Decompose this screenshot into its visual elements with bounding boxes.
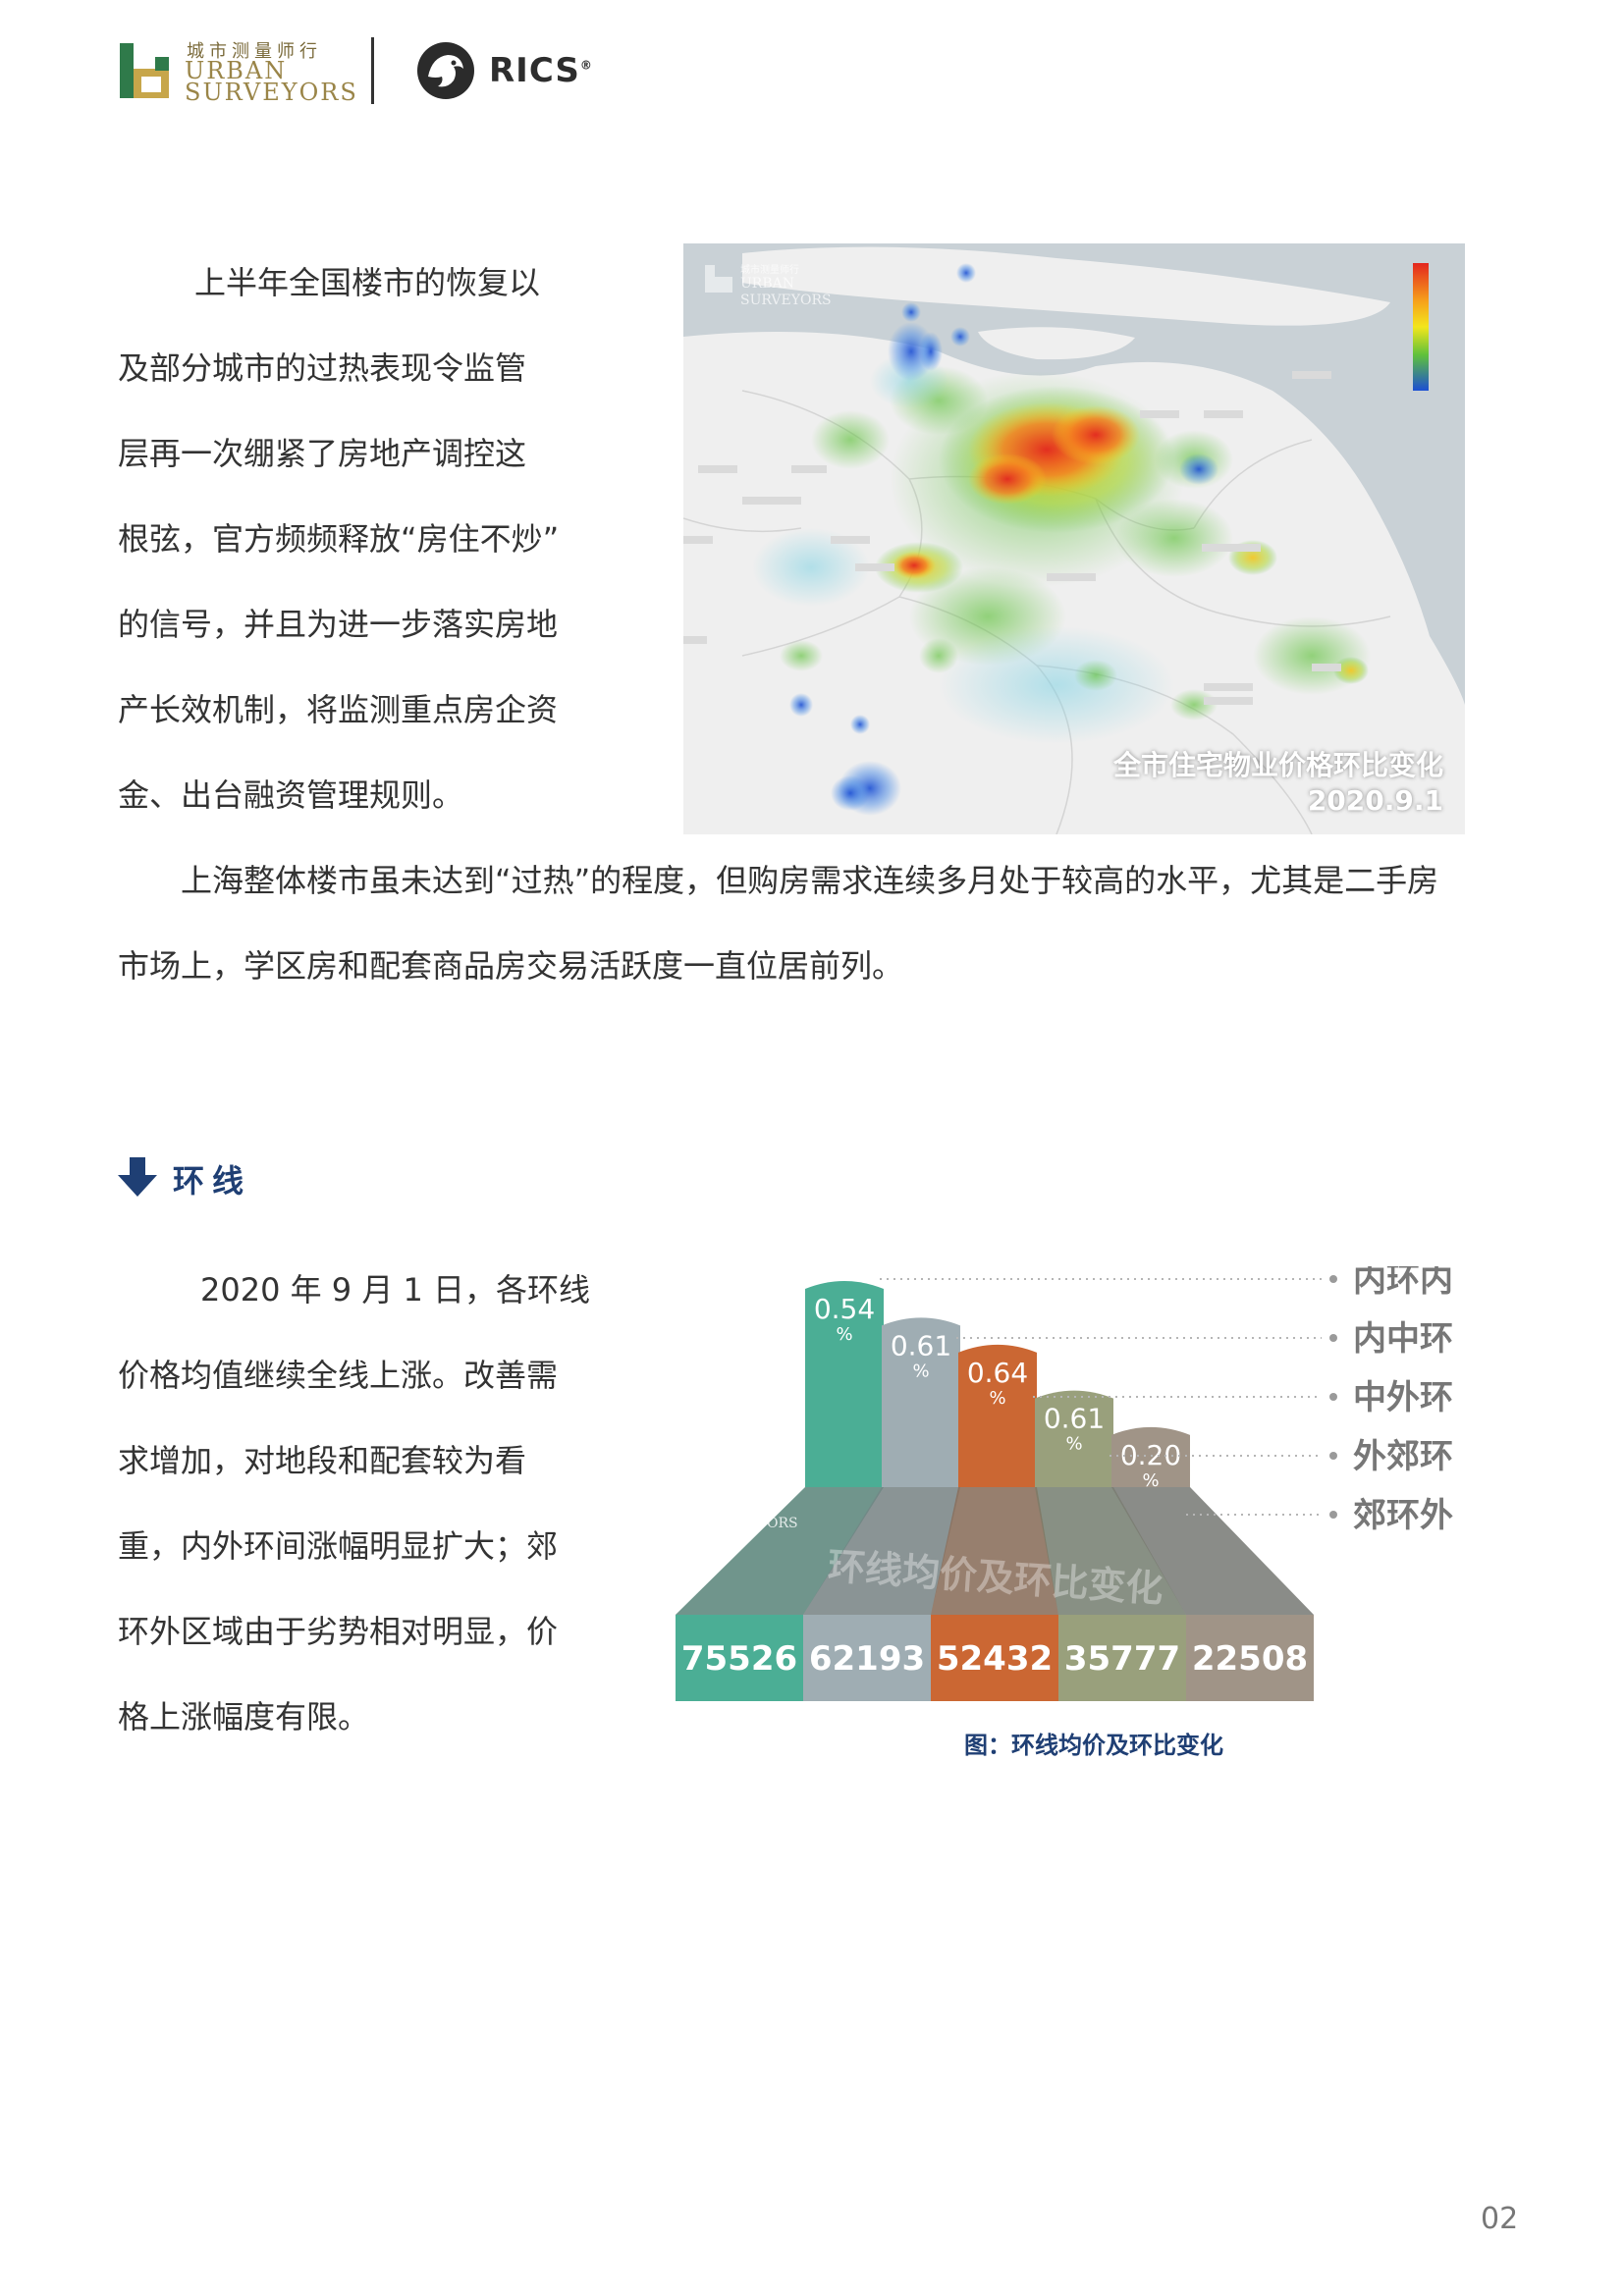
legend-bullet-2 bbox=[1329, 1334, 1337, 1342]
map-watermark-cn: 城市测量师行 bbox=[740, 263, 799, 276]
legend-label-1: 内环内 bbox=[1353, 1266, 1453, 1300]
price-label-2: 62193 bbox=[809, 1639, 925, 1679]
intro-line-6: 产长效机制，将监测重点房企资 bbox=[118, 691, 559, 728]
intro-line-4: 根弦，官方频频释放“房住不炒” bbox=[118, 520, 560, 558]
chart-watermark-en1: URBAN bbox=[707, 1500, 761, 1516]
heat-dot-3 bbox=[1074, 660, 1117, 691]
heat-blue-dot-5 bbox=[901, 302, 921, 322]
registered-mark: ® bbox=[579, 58, 593, 73]
heat-dot-1 bbox=[919, 638, 958, 673]
intro-line-7: 金、出台融资管理规则。 bbox=[118, 776, 464, 814]
change-unit-5: % bbox=[1142, 1470, 1159, 1491]
heat-peak-east bbox=[1052, 405, 1140, 464]
heat-blue-dot-2 bbox=[956, 263, 976, 283]
chart-caption: 图：环线均价及环比变化 bbox=[964, 1732, 1223, 1759]
heat-dot-2 bbox=[780, 640, 823, 671]
intro-line-3: 层再一次绷紧了房地产调控这 bbox=[118, 435, 527, 472]
color-scale-legend bbox=[1413, 263, 1429, 391]
map-watermark-en1: URBAN bbox=[740, 276, 794, 292]
heat-blue-dot-4 bbox=[850, 715, 870, 734]
map-title: 全市住宅物业价格环比变化 bbox=[1112, 749, 1443, 781]
heat-blue-area-south-2 bbox=[831, 775, 870, 811]
rics-wordmark: RICS® bbox=[489, 51, 593, 90]
page-number: 02 bbox=[1481, 2202, 1519, 2236]
ring-line-2: 价格均值继续全线上涨。改善需 bbox=[118, 1357, 559, 1394]
ring-line-1: 2020 年 9 月 1 日，各环线 bbox=[200, 1271, 591, 1308]
brand-name-en-line2: SURVEYORS bbox=[185, 79, 358, 106]
ring-line-6: 格上涨幅度有限。 bbox=[118, 1698, 370, 1735]
chart-watermark bbox=[676, 1488, 693, 1512]
change-unit-1: % bbox=[836, 1324, 852, 1345]
map-date: 2020.9.1 bbox=[1307, 784, 1443, 817]
heat-area-west bbox=[811, 410, 890, 469]
arrow-down-icon bbox=[118, 1157, 157, 1197]
price-label-1: 75526 bbox=[681, 1639, 797, 1679]
ring-line-3: 求增加，对地段和配套较为看 bbox=[118, 1442, 527, 1479]
heat-peak-sw bbox=[893, 552, 936, 579]
legend-label-3: 中外环 bbox=[1353, 1378, 1453, 1417]
heat-blue-dot-3 bbox=[789, 693, 813, 717]
intro-line-1: 上半年全国楼市的恢复以 bbox=[194, 264, 541, 301]
ring-line-4: 重，内外环间涨幅明显扩大；郊 bbox=[118, 1527, 559, 1565]
rics-lion-logo-icon bbox=[417, 42, 474, 99]
intro-paragraph: 上半年全国楼市的恢复以 及部分城市的过热表现令监管 层再一次绷紧了房地产调控这 … bbox=[118, 240, 628, 838]
heat-blue-dot-1 bbox=[950, 327, 970, 347]
heat-blue-peak-north-2 bbox=[919, 332, 943, 371]
price-label-4: 35777 bbox=[1064, 1639, 1180, 1679]
market-line-1: 上海整体楼市虽未达到“过热”的程度，但购房需求连续多月处于较高的水平，尤其是二手… bbox=[181, 862, 1439, 899]
heat-area-pudong bbox=[1115, 499, 1233, 577]
change-label-4: 0.61 bbox=[1044, 1403, 1105, 1435]
change-label-1: 0.54 bbox=[814, 1293, 875, 1325]
market-paragraph: 上海整体楼市虽未达到“过热”的程度，但购房需求连续多月处于较高的水平，尤其是二手… bbox=[118, 838, 1532, 1009]
legend-label-2: 内中环 bbox=[1353, 1319, 1453, 1359]
change-unit-3: % bbox=[989, 1388, 1005, 1409]
change-label-3: 0.64 bbox=[967, 1357, 1028, 1389]
intro-line-5: 的信号，并且为进一步落实房地 bbox=[118, 606, 559, 643]
chart-perspective-band: 环线均价及环比变化 bbox=[676, 1487, 1314, 1615]
header-divider bbox=[371, 37, 374, 104]
urban-surveyors-logo-mark bbox=[120, 43, 169, 98]
legend-bullet-5 bbox=[1329, 1511, 1337, 1519]
chart-watermark-cn: 城市测量师行 bbox=[707, 1487, 772, 1501]
shanghai-price-heatmap: 城市测量师行 URBAN SURVEYORS 全市住宅物业价格环比变化 2020… bbox=[683, 243, 1465, 834]
price-label-3: 52432 bbox=[937, 1639, 1053, 1679]
change-unit-2: % bbox=[912, 1361, 929, 1381]
chart-bars: 0.54% 0.61% 0.64%0.61% 0.20% bbox=[805, 1281, 1190, 1491]
change-unit-4: % bbox=[1065, 1434, 1082, 1455]
chart-base-row: 75526 62193 52432 35777 22508 bbox=[676, 1615, 1314, 1701]
legend-bullet-3 bbox=[1329, 1393, 1337, 1401]
ring-price-chart: 环线均价及环比变化 0.54% 0.61% 0.64%0.61% 0.20% 7552… bbox=[676, 1266, 1453, 1701]
legend-bullet-1 bbox=[1329, 1275, 1337, 1283]
chart-watermark-en2: SURVEYORS bbox=[707, 1516, 798, 1531]
price-label-5: 22508 bbox=[1192, 1639, 1308, 1679]
legend-bullet-4 bbox=[1329, 1452, 1337, 1460]
map-watermark-en2: SURVEYORS bbox=[740, 293, 832, 308]
ring-line-5: 环外区域由于劣势相对明显，价 bbox=[118, 1613, 559, 1650]
intro-line-2: 及部分城市的过热表现令监管 bbox=[118, 349, 527, 387]
market-line-2: 市场上，学区房和配套商品房交易活跃度一直位居前列。 bbox=[118, 947, 904, 985]
legend-label-5: 郊环外 bbox=[1353, 1496, 1453, 1535]
section-title: 环线 bbox=[173, 1162, 252, 1200]
heat-blue-peak-east bbox=[1179, 454, 1218, 485]
change-label-2: 0.61 bbox=[891, 1329, 951, 1362]
heat-area-south bbox=[939, 626, 1174, 744]
legend-label-4: 外郊环 bbox=[1353, 1437, 1453, 1476]
heat-peak-west bbox=[968, 454, 1047, 505]
ring-paragraph: 2020 年 9 月 1 日，各环线 价格均值继续全线上涨。改善需 求增加，对地… bbox=[118, 1248, 628, 1760]
rics-name: RICS bbox=[489, 51, 580, 90]
